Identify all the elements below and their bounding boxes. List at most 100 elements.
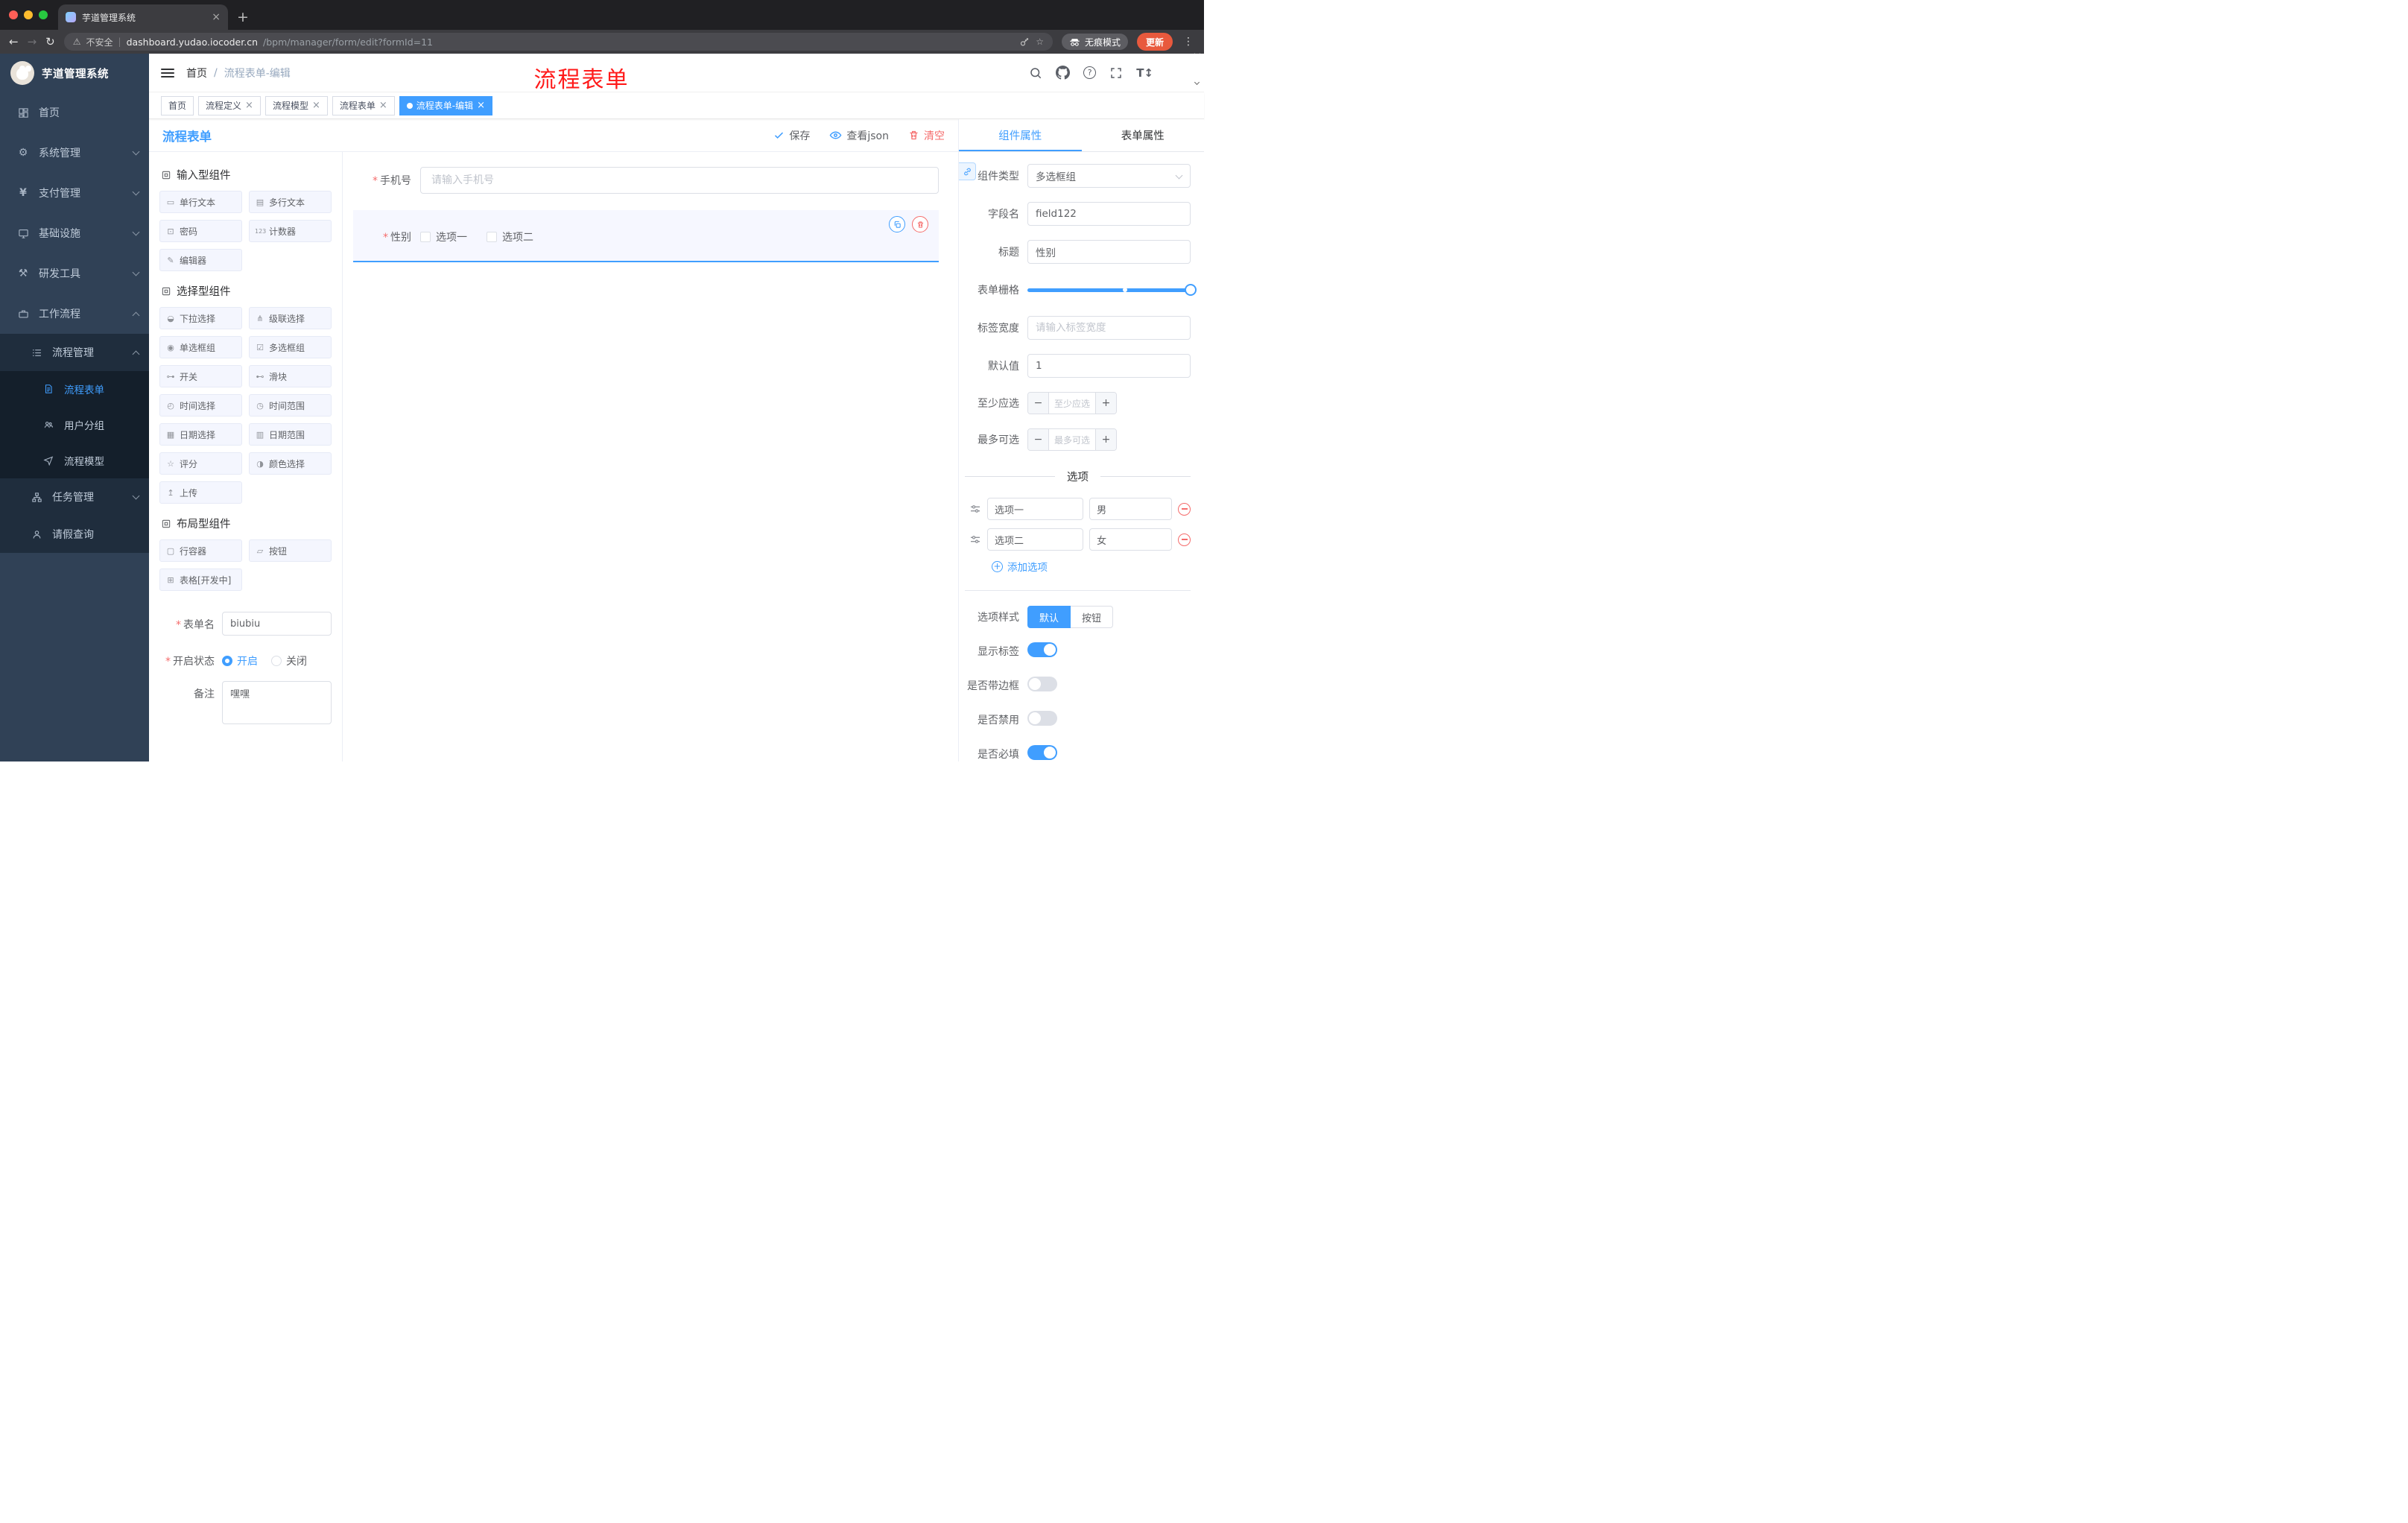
update-button[interactable]: 更新 (1136, 33, 1173, 51)
palette-item-password[interactable]: ⊡ 密码 (159, 220, 242, 242)
plus-icon[interactable]: + (1096, 429, 1116, 450)
sidebar-item-user-group[interactable]: 用户分组 (0, 407, 149, 443)
form-grid-slider[interactable] (1027, 278, 1197, 302)
copy-widget-button[interactable] (889, 216, 905, 232)
status-off-radio[interactable]: 关闭 (271, 653, 307, 668)
clear-button[interactable]: 清空 (908, 128, 945, 143)
form-canvas[interactable]: * 手机号 请输入手机号 * 性别 选项一 选项二 (343, 152, 958, 762)
save-button[interactable]: 保存 (773, 128, 810, 143)
show-label-toggle[interactable] (1027, 642, 1057, 657)
tag-process-definition[interactable]: 流程定义 × (198, 95, 261, 115)
palette-item-time-picker[interactable]: ◴ 时间选择 (159, 394, 242, 417)
default-value-input[interactable] (1027, 354, 1191, 378)
plus-icon[interactable]: + (1096, 393, 1116, 414)
minus-icon[interactable]: − (1028, 429, 1048, 450)
slider-track[interactable] (1027, 284, 1197, 296)
palette-item-table[interactable]: ⊞ 表格[开发中] (159, 569, 242, 591)
back-icon[interactable]: ← (9, 36, 19, 48)
sidebar-item-payment[interactable]: ¥ 支付管理 (0, 173, 149, 213)
sidebar-item-leave-query[interactable]: 请假查询 (0, 516, 149, 553)
sidebar-item-task-mgmt[interactable]: 任务管理 (0, 478, 149, 516)
user-avatar-wrap[interactable] (1167, 60, 1200, 86)
sidebar-item-devtools[interactable]: ⚒ 研发工具 (0, 253, 149, 294)
close-icon[interactable]: × (312, 101, 320, 110)
status-on-radio[interactable]: 开启 (222, 653, 258, 668)
close-window-button[interactable] (9, 10, 18, 19)
add-option-button[interactable]: + 添加选项 (992, 559, 1191, 574)
option-value-input[interactable] (1089, 528, 1172, 551)
palette-item-slider[interactable]: ⊷ 滑块 (249, 365, 332, 387)
address-bar[interactable]: ⚠ 不安全 | dashboard.yudao.iocoder.cn /bpm/… (63, 33, 1053, 51)
palette-item-row-container[interactable]: ▢ 行容器 (159, 539, 242, 562)
palette-item-select[interactable]: ◒ 下拉选择 (159, 307, 242, 329)
option-name-input[interactable] (987, 528, 1084, 551)
fullscreen-icon[interactable] (1109, 66, 1123, 80)
delete-widget-button[interactable] (912, 216, 928, 232)
drag-handle-icon[interactable] (969, 503, 981, 515)
hamburger-icon[interactable] (161, 68, 174, 77)
component-type-select[interactable]: 多选框组 (1027, 164, 1191, 188)
sidebar-item-process-model[interactable]: 流程模型 (0, 443, 149, 478)
minus-icon[interactable]: − (1028, 393, 1048, 414)
remove-option-icon[interactable] (1178, 502, 1191, 516)
tab-close-icon[interactable]: × (212, 12, 221, 22)
palette-item-upload[interactable]: ↥ 上传 (159, 481, 242, 504)
title-input[interactable] (1027, 240, 1191, 264)
font-size-icon[interactable]: T↕ (1136, 66, 1153, 80)
sidebar-item-process-mgmt[interactable]: 流程管理 (0, 334, 149, 371)
tag-process-form-edit[interactable]: 流程表单-编辑 × (399, 95, 493, 115)
zoom-window-button[interactable] (39, 10, 48, 19)
palette-item-date-picker[interactable]: ▦ 日期选择 (159, 423, 242, 446)
search-icon[interactable] (1029, 66, 1042, 80)
field-name-input[interactable] (1027, 202, 1191, 226)
reload-icon[interactable]: ↻ (45, 36, 55, 48)
phone-input[interactable] (420, 167, 939, 194)
palette-item-radio-group[interactable]: ◉ 单选框组 (159, 336, 242, 358)
style-button-button[interactable]: 按钮 (1071, 606, 1114, 628)
gender-option-1-checkbox[interactable]: 选项一 (420, 229, 467, 244)
palette-item-rate[interactable]: ☆ 评分 (159, 452, 242, 475)
palette-item-cascader[interactable]: ⋔ 级联选择 (249, 307, 332, 329)
min-select-value[interactable]: 至少应选 (1048, 393, 1096, 414)
canvas-field-phone[interactable]: * 手机号 (353, 167, 939, 194)
help-icon[interactable]: ? (1083, 66, 1097, 79)
close-icon[interactable]: × (477, 101, 485, 110)
palette-item-editor[interactable]: ✎ 编辑器 (159, 249, 242, 271)
palette-item-multi-line-text[interactable]: ▤ 多行文本 (249, 191, 332, 213)
slider-handle[interactable] (1185, 284, 1197, 296)
option-value-input[interactable] (1089, 498, 1172, 520)
browser-menu-icon[interactable]: ⋮ (1182, 36, 1195, 48)
gender-option-2-checkbox[interactable]: 选项二 (487, 229, 533, 244)
key-icon[interactable] (1019, 37, 1030, 48)
close-icon[interactable]: × (245, 101, 253, 110)
border-toggle[interactable] (1027, 677, 1057, 691)
max-select-value[interactable]: 最多可选 (1048, 429, 1096, 450)
form-name-input[interactable] (222, 612, 332, 636)
tab-form-props[interactable]: 表单属性 (1082, 119, 1205, 151)
tab-component-props[interactable]: 组件属性 (959, 119, 1082, 151)
minimize-window-button[interactable] (24, 10, 33, 19)
max-select-stepper[interactable]: − 最多可选 + (1027, 428, 1117, 451)
min-select-stepper[interactable]: − 至少应选 + (1027, 392, 1117, 414)
new-tab-button[interactable]: + (237, 9, 249, 25)
palette-item-counter[interactable]: 123 计数器 (249, 220, 332, 242)
sidebar-item-workflow[interactable]: 工作流程 (0, 294, 149, 334)
remark-textarea[interactable]: 嘿嘿 (222, 681, 332, 724)
forward-icon[interactable]: → (28, 36, 37, 48)
palette-item-single-line-text[interactable]: ▭ 单行文本 (159, 191, 242, 213)
close-icon[interactable]: × (379, 101, 387, 110)
tag-process-form[interactable]: 流程表单 × (332, 95, 395, 115)
disabled-toggle[interactable] (1027, 711, 1057, 726)
palette-item-button[interactable]: ▱ 按钮 (249, 539, 332, 562)
tag-process-model[interactable]: 流程模型 × (264, 95, 328, 115)
tag-home[interactable]: 首页 (161, 95, 194, 115)
palette-item-date-range[interactable]: ▥ 日期范围 (249, 423, 332, 446)
label-width-input[interactable] (1027, 316, 1191, 340)
sidebar-item-infra[interactable]: 基础设施 (0, 213, 149, 253)
palette-item-checkbox-group[interactable]: ☑ 多选框组 (249, 336, 332, 358)
palette-item-color-picker[interactable]: ◑ 颜色选择 (249, 452, 332, 475)
view-json-button[interactable]: 查看json (829, 128, 889, 143)
option-name-input[interactable] (987, 498, 1084, 520)
sidebar-item-home[interactable]: 首页 (0, 92, 149, 133)
canvas-field-gender-selected[interactable]: * 性别 选项一 选项二 (353, 210, 939, 262)
